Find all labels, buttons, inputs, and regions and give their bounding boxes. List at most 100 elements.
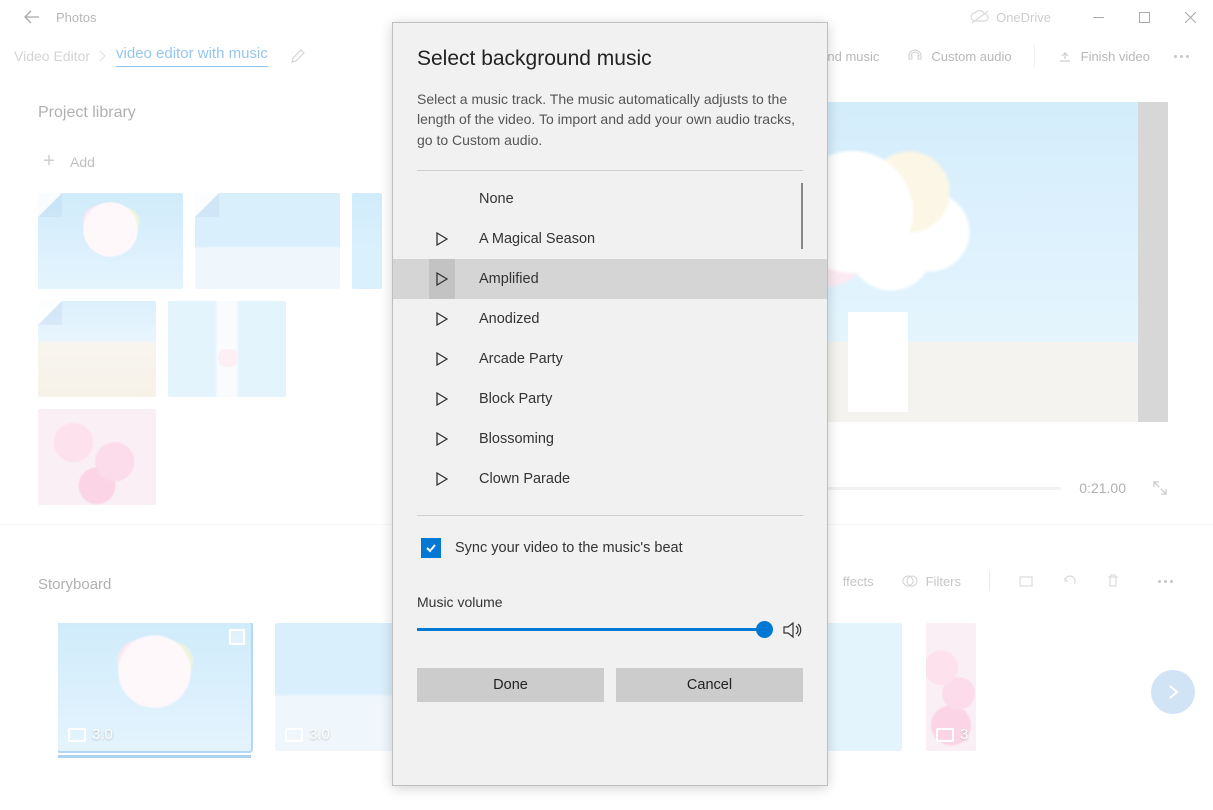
clip-selection-underline	[58, 755, 251, 758]
play-icon[interactable]	[429, 219, 455, 259]
music-track-item[interactable]: Clown Parade	[393, 459, 827, 499]
play-icon[interactable]	[429, 179, 455, 219]
sync-beat-checkbox[interactable]: Sync your video to the music's beat	[393, 524, 827, 564]
cancel-button[interactable]: Cancel	[616, 668, 803, 702]
project-name[interactable]: video editor with music	[116, 45, 268, 67]
clip-duration: 3.0	[309, 726, 330, 743]
volume-slider[interactable]	[417, 628, 765, 631]
project-library-title: Project library	[38, 104, 398, 122]
finish-video-button[interactable]: Finish video	[1057, 48, 1150, 64]
minimize-button[interactable]	[1075, 0, 1121, 34]
chevron-right-icon	[98, 50, 106, 62]
track-name: Clown Parade	[479, 471, 570, 487]
rotate-button[interactable]	[1062, 573, 1078, 589]
storyboard-clip[interactable]: 3	[926, 623, 976, 751]
image-icon	[285, 728, 303, 742]
add-label: Add	[70, 154, 95, 170]
add-media-button[interactable]: + Add	[38, 150, 398, 173]
plus-icon: +	[38, 150, 60, 173]
trash-icon	[1106, 573, 1120, 589]
storyboard-toolbar: ffects Filters	[843, 571, 1183, 591]
done-button[interactable]: Done	[417, 668, 604, 702]
expand-icon	[1152, 480, 1168, 496]
clip-duration: 3.0	[92, 726, 113, 743]
music-track-item[interactable]: Arcade Party	[393, 339, 827, 379]
play-icon[interactable]	[429, 419, 455, 459]
effects-label: ffects	[843, 574, 874, 589]
onedrive-label: OneDrive	[996, 10, 1051, 25]
rename-button[interactable]	[290, 48, 306, 64]
playback-time: 0:21.00	[1079, 480, 1126, 496]
crop-button[interactable]	[1018, 573, 1034, 589]
library-thumb[interactable]	[352, 193, 382, 289]
fullscreen-button[interactable]	[1152, 480, 1168, 496]
volume-label: Music volume	[393, 564, 827, 620]
effects-button[interactable]: ffects	[843, 574, 874, 589]
play-icon[interactable]	[429, 339, 455, 379]
image-icon	[68, 728, 86, 742]
custom-audio-label: Custom audio	[931, 49, 1011, 64]
track-name: Amplified	[479, 271, 539, 287]
storyboard-title: Storyboard	[38, 576, 111, 593]
dialog-title: Select background music	[417, 47, 803, 71]
track-name: None	[479, 191, 514, 207]
delete-button[interactable]	[1106, 573, 1120, 589]
library-thumb[interactable]	[168, 301, 286, 397]
dialog-description: Select a music track. The music automati…	[417, 89, 803, 150]
track-name: A Magical Season	[479, 231, 595, 247]
library-thumb[interactable]	[38, 193, 183, 289]
speaker-icon	[781, 620, 803, 640]
track-name: Blossoming	[479, 431, 554, 447]
back-button[interactable]	[16, 9, 48, 25]
audio-icon	[907, 48, 923, 64]
custom-audio-button[interactable]: Custom audio	[907, 48, 1011, 64]
music-track-item[interactable]: None	[393, 179, 827, 219]
play-icon[interactable]	[429, 299, 455, 339]
track-name: Block Party	[479, 391, 552, 407]
track-name: Arcade Party	[479, 351, 563, 367]
scrollbar[interactable]	[801, 183, 803, 249]
storyboard-clip[interactable]: 3.0	[58, 623, 251, 751]
onedrive-status[interactable]: OneDrive	[970, 10, 1051, 25]
play-icon[interactable]	[429, 379, 455, 419]
sync-label: Sync your video to the music's beat	[455, 540, 683, 556]
play-icon[interactable]	[429, 259, 455, 299]
play-icon[interactable]	[429, 459, 455, 499]
chevron-right-icon	[1165, 684, 1181, 700]
library-thumb[interactable]	[38, 409, 156, 505]
music-track-item[interactable]: Anodized	[393, 299, 827, 339]
music-track-item[interactable]: Come with Me	[393, 499, 827, 511]
close-button[interactable]	[1167, 0, 1213, 34]
filters-icon	[902, 573, 918, 589]
crop-icon	[1018, 573, 1034, 589]
cloud-off-icon	[970, 10, 990, 24]
separator	[1034, 45, 1035, 67]
project-library-panel: Project library + Add	[38, 104, 398, 505]
music-track-item[interactable]: Blossoming	[393, 419, 827, 459]
app-name: Photos	[56, 10, 96, 25]
breadcrumb-root[interactable]: Video Editor	[14, 48, 90, 64]
filters-label: Filters	[926, 574, 961, 589]
maximize-button[interactable]	[1121, 0, 1167, 34]
play-icon[interactable]	[429, 499, 455, 511]
library-thumb[interactable]	[38, 301, 156, 397]
background-music-dialog: Select background music Select a music t…	[392, 22, 828, 786]
music-track-item[interactable]: Amplified	[393, 259, 827, 299]
scroll-right-button[interactable]	[1151, 670, 1195, 714]
pencil-icon	[290, 48, 306, 64]
selection-checkbox[interactable]	[229, 629, 245, 645]
arrow-left-icon	[24, 9, 40, 25]
more-button[interactable]	[1164, 55, 1199, 58]
filters-button[interactable]: Filters	[902, 573, 961, 589]
music-track-list[interactable]: None A Magical Season Amplified Anodized Arc…	[393, 179, 827, 511]
image-icon	[936, 728, 954, 742]
library-thumb[interactable]	[195, 193, 340, 289]
rotate-icon	[1062, 573, 1078, 589]
music-track-item[interactable]: A Magical Season	[393, 219, 827, 259]
storyboard-more-button[interactable]	[1148, 580, 1183, 583]
checkbox-checked-icon	[421, 538, 441, 558]
clip-duration: 3	[960, 726, 968, 743]
finish-label: Finish video	[1081, 49, 1150, 64]
music-track-item[interactable]: Block Party	[393, 379, 827, 419]
export-icon	[1057, 48, 1073, 64]
